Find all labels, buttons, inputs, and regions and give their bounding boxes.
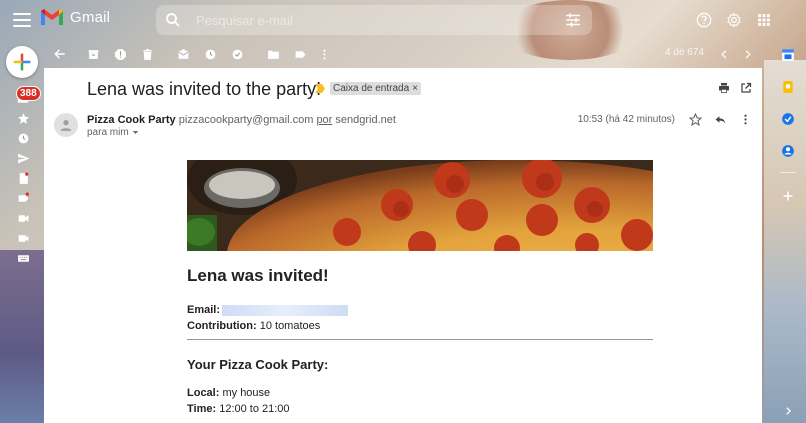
contribution-row: Contribution: 10 tomatoes [187,320,320,332]
app-name: Gmail [70,8,111,26]
search-input[interactable] [196,11,496,29]
archive-icon[interactable] [85,46,101,62]
party-heading: Your Pizza Cook Party: [187,357,329,372]
nav-sent[interactable] [12,148,34,168]
left-nav-rail: 388 [12,86,41,268]
recipient-text: para mim [87,127,129,138]
delete-trash-icon[interactable] [139,46,155,62]
print-icon[interactable] [718,82,730,94]
side-panel [776,44,800,217]
draft-icon [19,172,28,184]
contribution-value: 10 tomatoes [259,320,321,332]
via-domain: sendgrid.net [335,114,396,126]
sender-email: pizzacookparty@gmail.com [178,114,314,126]
local-label: Local: [187,387,220,399]
divider [187,339,653,340]
contacts-app-icon[interactable] [776,140,800,162]
clock-icon [18,133,28,143]
local-row: Local: my house [187,387,270,399]
importance-marker-icon[interactable] [315,84,325,93]
main-menu-button[interactable] [10,9,34,31]
sender-line: Pizza Cook Party pizzacookparty@gmail.co… [87,114,396,126]
time-label: Time: [187,403,217,415]
reply-icon[interactable] [714,113,727,126]
gmail-m-icon [41,9,63,25]
previous-chevron-icon[interactable] [716,46,732,62]
next-chevron-icon[interactable] [739,46,755,62]
dropdown-caret-icon [132,131,138,134]
send-icon [17,153,29,163]
pagination-text: 4 de 674 [665,47,704,58]
email-label: Email: [187,304,221,316]
plus-icon [13,53,31,71]
more-vertical-icon[interactable] [739,113,752,126]
star-icon [17,112,29,124]
nav-starred[interactable] [12,108,34,128]
local-value: my house [222,387,271,399]
redacted-email [222,304,349,316]
time-row: Time: 12:00 to 21:00 [187,403,290,415]
remove-label-button[interactable]: × [412,83,418,94]
search-icon[interactable] [164,11,182,29]
time-value: 12:00 to 21:00 [219,403,290,415]
gmail-logo[interactable]: Gmail [40,8,110,26]
background-decoration [0,250,45,423]
label-tag-icon[interactable] [292,46,308,62]
email-row: Email: [187,304,349,316]
mark-unread-icon[interactable] [175,46,191,62]
keep-app-icon[interactable] [776,76,800,98]
search-bar[interactable] [156,5,592,35]
open-in-new-window-icon[interactable] [740,82,752,94]
add-task-icon[interactable] [229,46,245,62]
message-time: 10:53 (há 42 minutos) [577,114,675,125]
top-right-icons [694,10,774,30]
report-spam-icon[interactable] [112,46,128,62]
compose-button[interactable] [6,46,38,78]
apps-grid-icon[interactable] [754,10,774,30]
nav-inbox[interactable]: 388 [12,86,41,108]
nav-meet[interactable] [12,208,34,228]
invite-heading: Lena was invited! [187,266,329,285]
via-link[interactable]: por [316,114,332,126]
nav-snoozed[interactable] [12,128,34,148]
meet-icon [18,214,28,222]
more-vertical-icon[interactable] [316,46,332,62]
keyboard-icon [17,254,29,262]
inbox-label-chip: Caixa de entrada × [330,82,422,95]
calendar-app-icon[interactable] [776,44,800,66]
sender-avatar [54,113,78,137]
nav-video[interactable] [12,228,34,248]
tasks-app-icon[interactable] [776,108,800,130]
inbox-count-badge: 388 [16,86,41,101]
nav-keyboard[interactable] [12,248,34,268]
pizza-hero-image [187,160,653,251]
search-options-icon[interactable] [564,11,582,29]
email-subject: Lena was invited to the party! [87,79,322,99]
email-view: Lena was invited to the party! Caixa de … [44,68,762,423]
show-side-panel-chevron-icon[interactable] [783,403,793,421]
message-toolbar: 4 de 674 [44,42,762,66]
contribution-label: Contribution: [187,320,257,332]
nav-drafts[interactable] [12,168,34,188]
nav-labels[interactable] [12,188,34,208]
star-outline-icon[interactable] [689,113,702,126]
settings-gear-icon[interactable] [724,10,744,30]
back-arrow-icon[interactable] [52,46,68,62]
recipient-details[interactable]: para mim [87,127,139,138]
message-meta: 10:53 (há 42 minutos) [578,113,752,126]
video-icon [18,234,28,242]
help-icon[interactable] [694,10,714,30]
top-bar: Gmail [0,0,806,40]
label-icon [18,192,29,202]
sender-name[interactable]: Pizza Cook Party [87,114,176,126]
snooze-clock-icon[interactable] [202,46,218,62]
card-actions [718,82,752,94]
label-text: Caixa de entrada [333,83,410,94]
side-panel-divider [780,172,796,173]
move-to-folder-icon[interactable] [265,46,281,62]
get-addons-plus-icon[interactable] [776,185,800,207]
